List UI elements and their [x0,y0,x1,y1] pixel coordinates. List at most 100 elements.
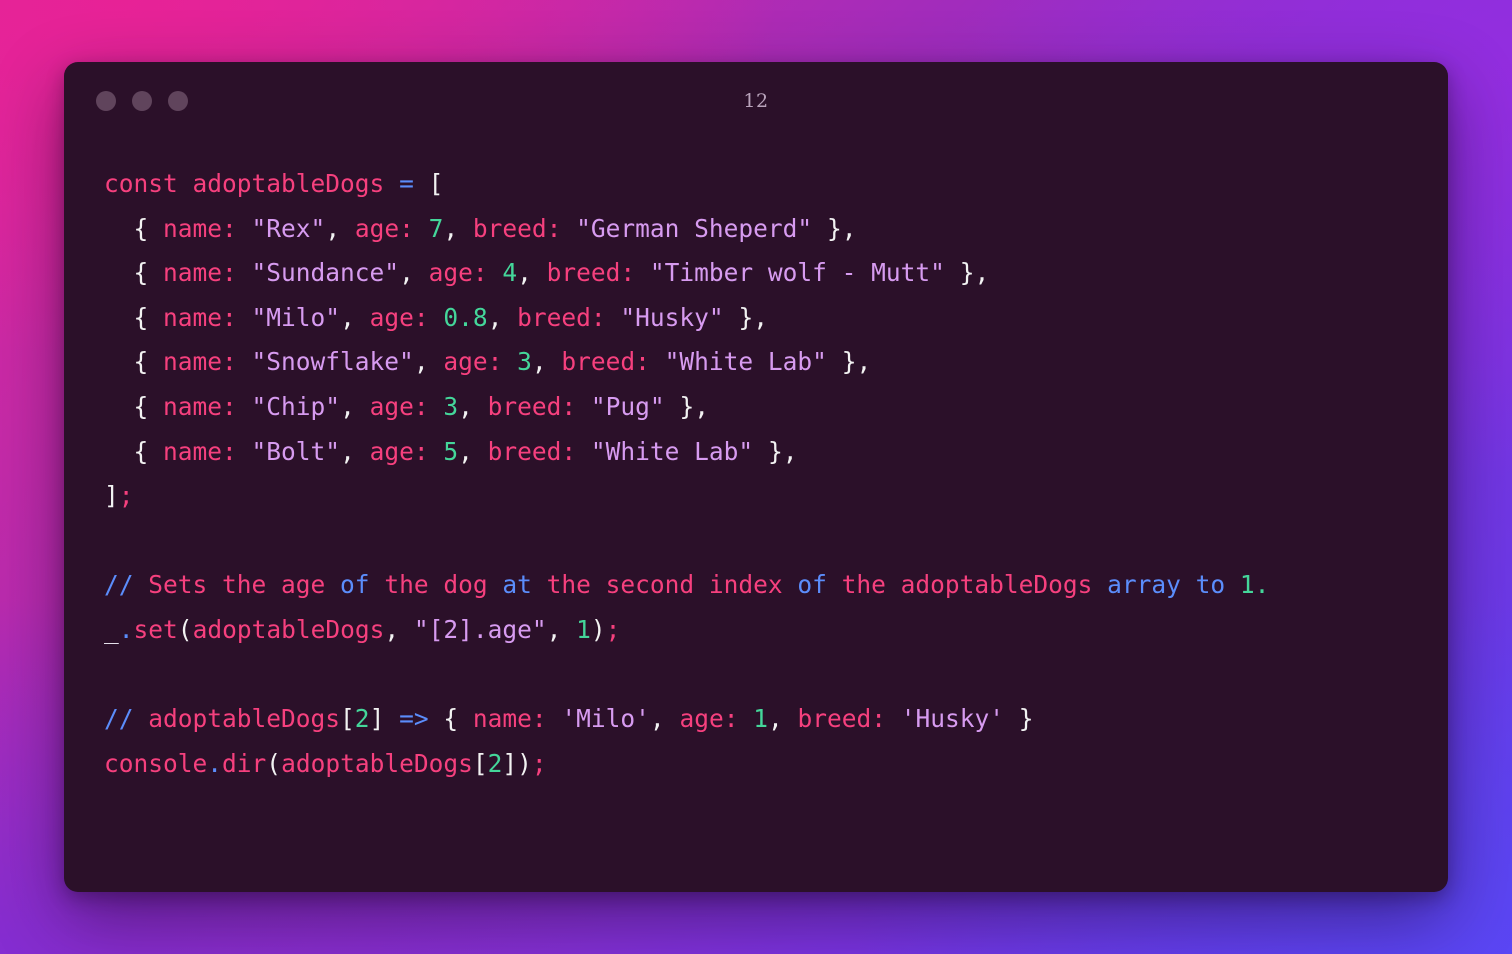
code-token: }, [826,347,872,377]
code-token: . [118,614,134,644]
code-line: { name: "Milo", age: 0.8, breed: "Husky"… [104,296,1408,341]
code-token: console [104,748,208,778]
code-token: [ [428,169,444,198]
code-token: , [413,347,444,377]
code-token: name: [163,302,237,332]
code-token: breed: [517,302,606,332]
code-token: age [281,570,341,600]
code-token: of [797,570,842,600]
code-token: 3 [517,347,532,377]
code-token: ( [177,614,193,644]
code-token: }, [753,436,798,466]
code-token: } [1004,704,1034,734]
code-token: name: [472,704,547,734]
code-token: "Timber wolf - Mutt" [649,258,945,288]
code-token: }, [944,258,990,288]
code-token: 1 [753,704,768,734]
code-token: name: [163,391,237,421]
code-token: // [104,570,149,600]
code-token: 5 [443,436,459,466]
code-token: "German Sheperd" [576,213,813,243]
code-token: { [104,302,164,332]
code-line: _.set(adoptableDogs, "[2].age", 1); [104,608,1408,653]
code-token: age: [369,391,429,421]
code-token: , [325,213,355,243]
code-token: ; [531,748,547,778]
code-token: dir [222,748,267,778]
code-token: "Pug" [590,391,665,421]
code-token: ( [266,748,282,778]
code-token: age: [354,213,414,243]
code-line: { name: "Chip", age: 3, breed: "Pug" }, [104,385,1408,430]
code-token: "[2].age" [413,614,547,644]
code-token: , [340,391,370,421]
code-token: "White Lab" [664,347,827,377]
code-token: name: [163,436,237,466]
page-root: { "window": { "title": "12", "traffic_li… [0,0,1512,954]
code-token: _ [104,614,119,644]
code-token: the adoptableDogs [841,570,1108,600]
window-title: 12 [743,90,769,112]
code-line: console.dir(adoptableDogs[2]); [104,742,1408,787]
code-token: "Sundance" [251,258,400,288]
code-token: , [649,704,680,734]
code-line: const adoptableDogs = [ [104,162,1408,207]
code-token: adoptableDogs [192,169,385,198]
code-line: { name: "Sundance", age: 4, breed: "Timb… [104,251,1408,296]
code-token: , [340,436,370,466]
code-token: name: [163,258,237,288]
code-token: age: [369,302,429,332]
code-token: }, [812,213,857,243]
code-token: 3 [443,391,459,421]
code-token: 0.8 [443,302,488,332]
code-line: // Sets the age of the dog at the second… [104,563,1408,608]
code-token: ) [517,748,532,778]
code-token: 1 [576,614,591,644]
code-token: 'Milo' [561,704,650,734]
code-token: array to [1107,570,1240,600]
code-token: adoptableDogs [281,748,473,778]
code-line: // adoptableDogs[2] => { name: 'Milo', a… [104,697,1408,742]
code-block[interactable]: const adoptableDogs = [ { name: "Rex", a… [64,140,1448,786]
code-token: breed: [546,258,636,288]
code-token: "Bolt" [251,436,341,466]
code-token: "Snowflake" [251,347,414,377]
code-token: ; [605,614,621,644]
window-titlebar: 12 [64,62,1448,140]
code-token: => [399,704,429,734]
code-line: { name: "Rex", age: 7, breed: "German Sh… [104,207,1408,252]
code-token: 7 [428,213,444,243]
code-token: breed: [487,391,577,421]
code-token: , [546,614,577,644]
code-token: , [340,302,370,332]
code-token: [ [472,748,488,778]
code-token: , [399,258,429,288]
code-token: breed: [472,213,562,243]
code-token: // [104,704,149,734]
code-token: age: [369,436,429,466]
code-token: 4 [502,258,518,288]
code-token: const [104,169,178,198]
code-token: 1. [1239,570,1270,600]
code-token: "Husky" [620,302,724,332]
code-token: , [767,704,798,734]
code-token: { [104,213,164,243]
